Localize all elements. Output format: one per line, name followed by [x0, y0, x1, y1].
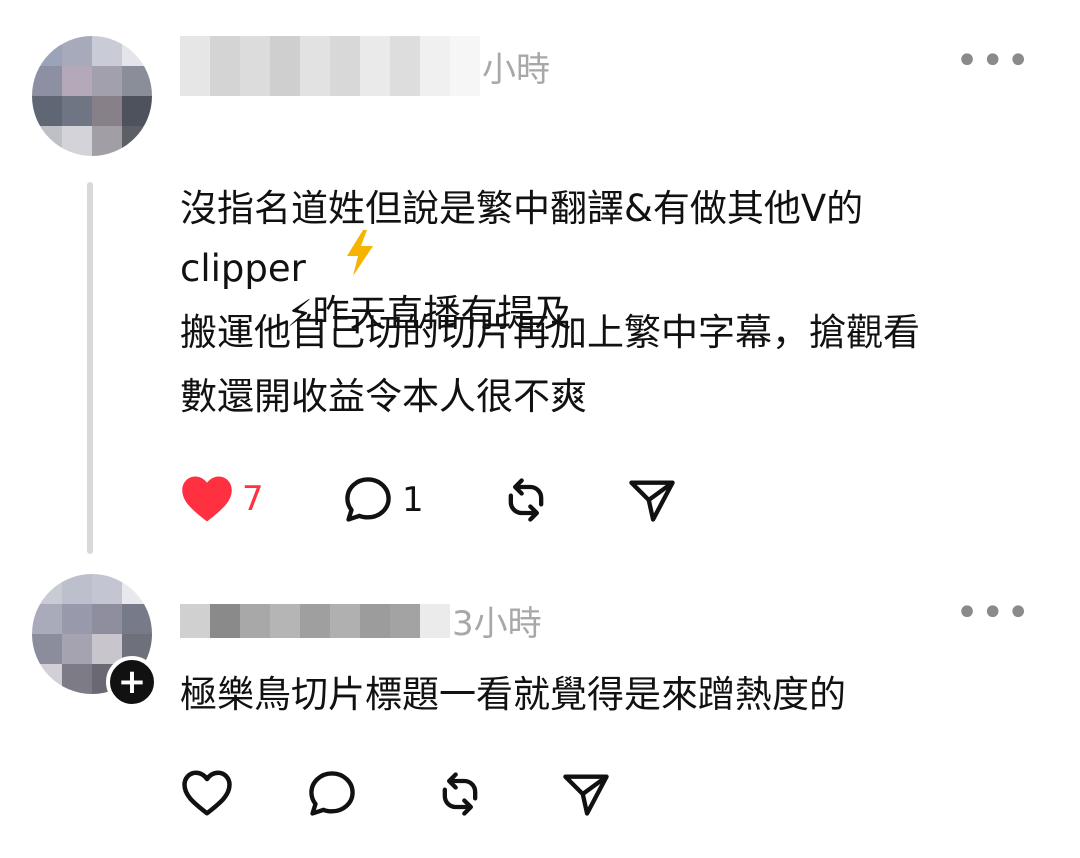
- username[interactable]: [180, 36, 480, 96]
- send-icon: [563, 774, 609, 816]
- post-text-line: 數還開收益令本人很不爽: [180, 375, 587, 418]
- repost-icon: [508, 478, 544, 522]
- post-header: 3小時: [180, 590, 880, 650]
- action-bar: 7 1: [180, 474, 780, 530]
- like-count: 7: [242, 479, 264, 519]
- timestamp: 小時: [482, 50, 550, 90]
- avatar[interactable]: [32, 36, 152, 156]
- like-button[interactable]: [180, 768, 234, 818]
- post-text-line: 搬運他自己切的切片再加上繁中字幕，搶觀看: [180, 311, 920, 354]
- more-icon[interactable]: •••: [955, 41, 1032, 81]
- comment-icon: [309, 771, 355, 816]
- heart-icon: [182, 476, 232, 522]
- heart-icon: [182, 770, 232, 816]
- timestamp: 3小時: [452, 604, 542, 644]
- send-icon: [629, 480, 675, 522]
- repost-button[interactable]: [434, 768, 486, 820]
- reply-button[interactable]: 1: [342, 474, 424, 526]
- repost-icon: [442, 772, 478, 816]
- post-text-line: 沒指名道姓但說是繁中翻譯&有做其他V的: [180, 187, 864, 230]
- post-text-line: 極樂鳥切片標題一看就覺得是來蹭熱度的: [180, 673, 846, 716]
- follow-button[interactable]: +: [106, 656, 158, 708]
- repost-button[interactable]: [500, 474, 552, 526]
- more-icon[interactable]: •••: [955, 593, 1032, 633]
- action-bar: [180, 768, 780, 824]
- comment-icon: [345, 477, 391, 522]
- thread-line: [87, 182, 93, 554]
- post-text-line: clipper: [180, 247, 306, 290]
- reply-button[interactable]: [306, 768, 358, 820]
- post-header: 小時: [180, 36, 880, 96]
- username[interactable]: [180, 604, 450, 638]
- share-button[interactable]: [560, 768, 612, 820]
- like-button[interactable]: 7: [180, 474, 264, 524]
- thread-post-2: + 3小時 ••• 極樂鳥切片標題一看就覺得是來蹭熱度的: [0, 560, 1080, 858]
- thread-post-1: 小時 ••• ⚡昨天直播有提及 沒指名道姓但說是繁中翻譯&有做其他V的 clip…: [0, 0, 1080, 560]
- reply-count: 1: [402, 480, 424, 520]
- share-button[interactable]: [626, 474, 678, 526]
